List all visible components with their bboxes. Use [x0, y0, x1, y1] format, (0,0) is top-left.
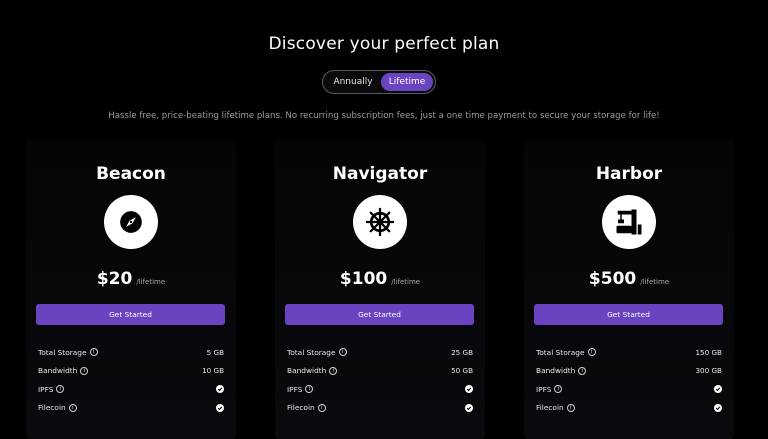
compass-glyph [120, 211, 142, 233]
harbor-crane-glyph [616, 209, 642, 235]
check-icon [216, 403, 224, 412]
price-row: $100 /lifetime [275, 269, 485, 289]
pricing-page: Discover your perfect plan Annually Life… [0, 0, 768, 439]
feature-list: Total Storage i 150 GB Bandwidth i 300 GB … [536, 343, 722, 417]
page-title: Discover your perfect plan [268, 34, 500, 54]
info-icon[interactable]: i [305, 385, 314, 394]
price-row: $20 /lifetime [26, 269, 236, 289]
feature-label: Total Storage [287, 347, 336, 357]
plan-name: Beacon [96, 164, 166, 184]
check-icon [465, 385, 473, 394]
plan-card-beacon: Beacon $20 /lifetime Get Started Total S… [26, 140, 236, 439]
feature-total-storage: Total Storage i 5 GB [38, 343, 224, 362]
feature-list: Total Storage i 25 GB Bandwidth i 50 GB IP… [287, 343, 473, 417]
feature-ipfs: IPFS i [536, 380, 722, 399]
feature-label: IPFS [536, 384, 552, 394]
feature-label: Total Storage [536, 347, 585, 357]
info-icon[interactable]: i [89, 348, 98, 357]
feature-label: IPFS [287, 384, 303, 394]
page-subtitle: Hassle free, price-beating lifetime plan… [108, 111, 660, 121]
check-icon [216, 385, 224, 394]
price-period: /lifetime [136, 278, 166, 286]
feature-value: 25 GB [451, 347, 473, 357]
feature-value: 300 GB [695, 366, 722, 376]
plan-name: Navigator [332, 164, 428, 184]
feature-ipfs: IPFS i [287, 380, 473, 399]
info-icon[interactable]: i [80, 366, 89, 375]
feature-filecoin: Filecoin i [287, 399, 473, 418]
feature-bandwidth: Bandwidth i 50 GB [287, 362, 473, 381]
feature-total-storage: Total Storage i 25 GB [287, 343, 473, 362]
billing-toggle: Annually Lifetime [322, 70, 436, 94]
price-row: $500 /lifetime [524, 269, 734, 289]
feature-value: 50 GB [451, 366, 473, 376]
price: $100 [339, 269, 388, 289]
info-icon[interactable]: i [587, 348, 596, 357]
compass-icon [104, 195, 158, 249]
get-started-button[interactable]: Get Started [285, 304, 474, 325]
ship-wheel-glyph [365, 207, 395, 237]
info-icon[interactable]: i [68, 403, 77, 412]
feature-bandwidth: Bandwidth i 300 GB [536, 362, 722, 381]
plan-card-navigator: Navigator $100 /lifetime Get Started Tot… [275, 140, 485, 439]
feature-label: Bandwidth [287, 366, 327, 376]
check-icon [714, 403, 722, 412]
feature-list: Total Storage i 5 GB Bandwidth i 10 GB IPF… [38, 343, 224, 417]
price: $20 [96, 269, 133, 289]
feature-label: Total Storage [38, 347, 87, 357]
feature-total-storage: Total Storage i 150 GB [536, 343, 722, 362]
check-icon [465, 403, 473, 412]
info-icon[interactable]: i [317, 403, 326, 412]
feature-value: 5 GB [206, 347, 224, 357]
toggle-lifetime[interactable]: Lifetime [381, 73, 433, 91]
info-icon[interactable]: i [338, 348, 347, 357]
feature-ipfs: IPFS i [38, 380, 224, 399]
check-icon [714, 385, 722, 394]
feature-value: 150 GB [695, 347, 722, 357]
info-icon[interactable]: i [578, 366, 587, 375]
plan-card-harbor: Harbor $500 /lifetime Get Started Total … [524, 140, 734, 439]
feature-bandwidth: Bandwidth i 10 GB [38, 362, 224, 381]
feature-label: Filecoin [287, 403, 315, 413]
info-icon[interactable]: i [56, 385, 65, 394]
harbor-crane-icon [602, 195, 656, 249]
price-period: /lifetime [391, 278, 421, 286]
feature-value: 10 GB [202, 366, 224, 376]
feature-label: Filecoin [536, 403, 564, 413]
price-period: /lifetime [640, 278, 670, 286]
get-started-button[interactable]: Get Started [534, 304, 723, 325]
feature-filecoin: Filecoin i [536, 399, 722, 418]
info-icon[interactable]: i [554, 385, 563, 394]
ship-wheel-icon [353, 195, 407, 249]
feature-label: Filecoin [38, 403, 66, 413]
feature-filecoin: Filecoin i [38, 399, 224, 418]
get-started-button[interactable]: Get Started [36, 304, 225, 325]
toggle-annually[interactable]: Annually [325, 73, 381, 91]
feature-label: Bandwidth [38, 366, 78, 376]
feature-label: Bandwidth [536, 366, 576, 376]
price: $500 [588, 269, 637, 289]
feature-label: IPFS [38, 384, 54, 394]
info-icon[interactable]: i [566, 403, 575, 412]
plan-name: Harbor [595, 164, 663, 184]
info-icon[interactable]: i [329, 366, 338, 375]
